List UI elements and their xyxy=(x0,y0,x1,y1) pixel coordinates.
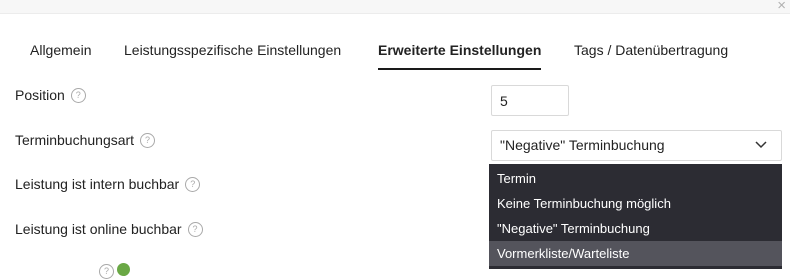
terminbuchungsart-label: Terminbuchungsart xyxy=(15,132,135,148)
dropdown-option-keine-terminbuchung[interactable]: Keine Terminbuchung möglich xyxy=(489,191,782,216)
dropdown-option-negative-terminbuchung[interactable]: "Negative" Terminbuchung xyxy=(489,216,782,241)
terminbuchungsart-dropdown: Termin Keine Terminbuchung möglich "Nega… xyxy=(489,164,782,269)
tab-tags-datenuebertragung[interactable]: Tags / Datenübertragung xyxy=(574,36,728,64)
dropdown-option-vormerkliste[interactable]: Vormerkliste/Warteliste xyxy=(489,241,782,266)
help-icon[interactable]: ? xyxy=(140,133,156,148)
intern-buchbar-row: Leistung ist intern buchbar? xyxy=(15,176,201,192)
tab-allgemein[interactable]: Allgemein xyxy=(30,36,91,64)
online-buchbar-label: Leistung ist online buchbar xyxy=(15,221,182,237)
help-icon[interactable]: ? xyxy=(187,222,203,237)
dropdown-option-termin[interactable]: Termin xyxy=(489,166,782,191)
help-icon[interactable]: ? xyxy=(70,88,86,103)
position-label: Position xyxy=(15,87,65,103)
intern-buchbar-label: Leistung ist intern buchbar xyxy=(15,176,180,192)
terminbuchungsart-select[interactable]: "Negative" Terminbuchung xyxy=(491,130,782,161)
tab-leistungsspezifische-einstellungen[interactable]: Leistungsspezifische Einstellungen xyxy=(124,36,341,64)
status-dot-icon xyxy=(117,263,130,276)
help-icon[interactable]: ? xyxy=(185,177,201,192)
modal-top-bar: × xyxy=(0,0,790,14)
terminbuchungsart-row: Terminbuchungsart? xyxy=(15,132,156,148)
position-input[interactable]: 5 xyxy=(491,85,569,116)
position-row: Position? xyxy=(15,87,86,103)
chevron-down-icon xyxy=(755,141,767,149)
help-icon[interactable]: ? xyxy=(99,264,114,279)
online-buchbar-row: Leistung ist online buchbar? xyxy=(15,221,203,237)
tab-erweiterte-einstellungen[interactable]: Erweiterte Einstellungen xyxy=(378,36,542,70)
close-icon[interactable]: × xyxy=(777,0,786,15)
terminbuchungsart-selected-value: "Negative" Terminbuchung xyxy=(500,137,665,153)
